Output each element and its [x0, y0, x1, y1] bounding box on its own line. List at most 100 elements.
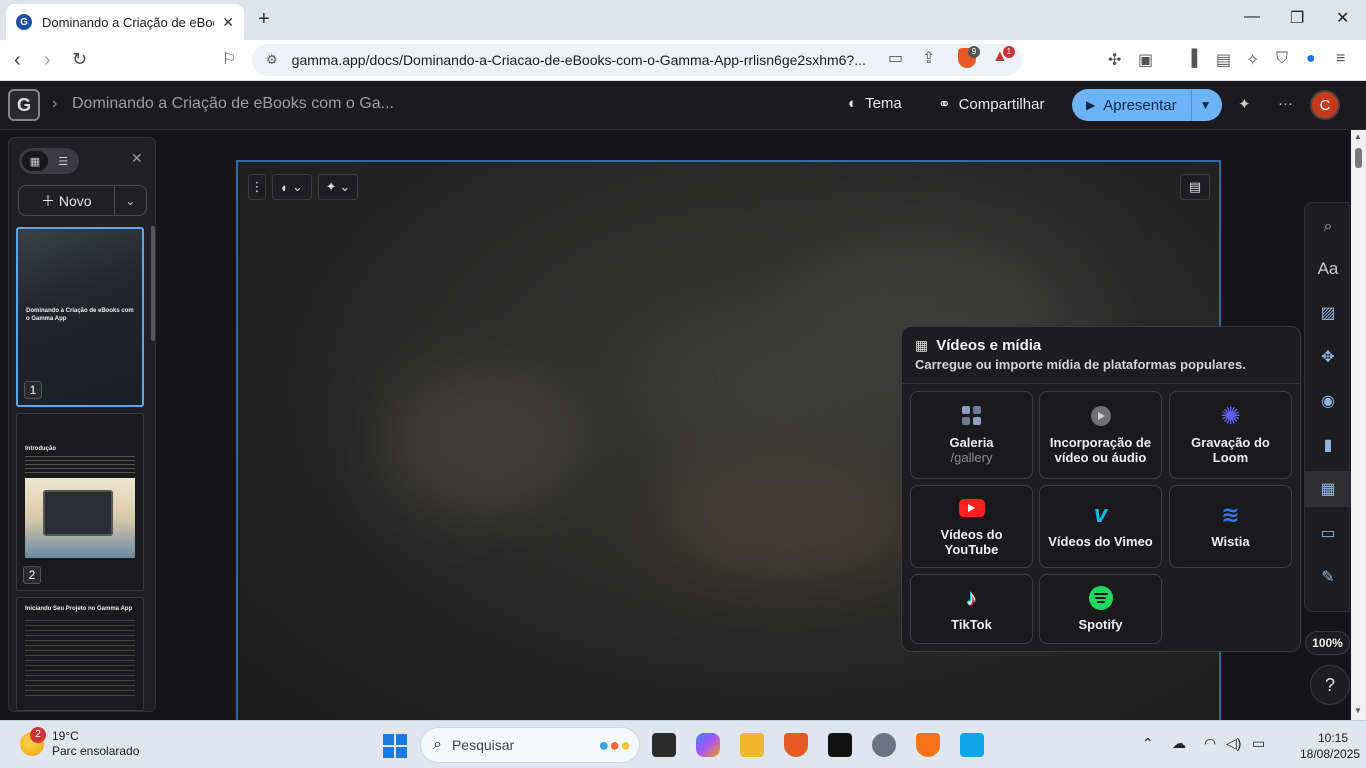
address-bar[interactable]: ⚙ gamma.app/docs/Dominando-a-Criacao-de-… [252, 44, 1022, 76]
browser-tab[interactable]: G Dominando a Criação de eBooks ✕ [6, 4, 244, 40]
profile-globe-icon[interactable]: ● [1306, 50, 1316, 68]
panel-scrollbar[interactable] [151, 226, 155, 341]
ai-edit-button[interactable]: ✦ ⌄ [318, 174, 358, 200]
forward-arrow-icon[interactable]: › [44, 49, 51, 72]
avatar[interactable]: C [1310, 90, 1340, 120]
settings-icon[interactable] [872, 733, 896, 757]
media-tile-vimeo[interactable]: v Vídeos do Vimeo [1039, 485, 1162, 568]
taskbar-search[interactable]: ⌕ Pesquisar ●●● [420, 727, 640, 763]
text-format-icon[interactable]: Aa [1305, 251, 1351, 287]
extensions-icon[interactable]: ✣ [1108, 50, 1121, 70]
page-scrollbar[interactable]: ▲ ▼ [1351, 130, 1366, 720]
media-tile-gallery[interactable]: Galeria /gallery [910, 391, 1033, 479]
brave-beta-icon[interactable] [916, 733, 940, 757]
chevron-down-icon[interactable]: ▼ [1200, 98, 1212, 112]
copilot-icon[interactable] [696, 733, 720, 757]
media-tile-youtube[interactable]: Vídeos do YouTube [910, 485, 1033, 568]
share-button[interactable]: ⚭ Compartilhar [938, 95, 1044, 114]
link-icon: ⚭ [938, 96, 951, 113]
card-view-icon[interactable]: ▦ [22, 151, 48, 171]
bookmark-icon[interactable]: ⚐ [222, 49, 236, 69]
slide-number: 1 [24, 381, 42, 399]
back-arrow-icon[interactable]: ‹ [14, 49, 21, 72]
sparkle-icon: ✦ [325, 179, 337, 194]
browser-toolbar: ‹ › ↻ ⚐ ⚙ gamma.app/docs/Dominando-a-Cri… [0, 40, 1366, 81]
notes-icon[interactable]: ▤ [1180, 174, 1210, 200]
taskbar: 2 19°C Parc ensolarado ⌕ Pesquisar ●●● ⌃… [0, 720, 1366, 768]
onedrive-cloud-icon[interactable]: ☁ [1172, 735, 1186, 752]
close-tab-icon[interactable]: ✕ [222, 14, 234, 31]
system-clock[interactable]: 10:15 18/08/2025 [1300, 730, 1361, 762]
more-options-icon[interactable]: ··· [1278, 95, 1293, 112]
task-view-icon[interactable] [652, 733, 676, 757]
breadcrumb-chevron-icon: › [52, 95, 58, 112]
media-panel-title: Vídeos e mídia [936, 337, 1042, 354]
card-style-button[interactable]: ◐ ⌄ [272, 174, 312, 200]
edit-form-icon[interactable]: ✎ [1305, 559, 1351, 595]
gallery-icon [962, 406, 981, 425]
slides-panel: ▦ ☰ ✕ ＋ Novo ⌄ Dominando a Criação de eB… [8, 137, 156, 712]
media-tile-loom[interactable]: ✺ Gravação do Loom [1169, 391, 1292, 479]
slide-thumbnail[interactable]: Dominando a Criação de eBooks com o Gamm… [16, 227, 144, 407]
tab-search-icon[interactable]: ▣ [1138, 50, 1153, 70]
doc-title[interactable]: Dominando a Criação de eBooks com o Ga..… [72, 95, 394, 113]
theme-button[interactable]: ◐ Tema [848, 95, 902, 112]
image-icon[interactable]: ▨ [1305, 295, 1351, 331]
weather-widget[interactable]: 2 19°C Parc ensolarado [20, 727, 139, 759]
share-page-icon[interactable]: ⇪ [922, 48, 935, 68]
capcut-icon[interactable] [828, 733, 852, 757]
battery-icon[interactable]: ▭ [1252, 735, 1265, 752]
cast-icon[interactable]: ▭ [888, 48, 903, 68]
wifi-icon[interactable]: ◠ [1204, 735, 1216, 752]
minimize-icon[interactable]: — [1244, 8, 1260, 26]
new-card-button[interactable]: ＋ Novo ⌄ [18, 185, 147, 216]
sidebar-icon[interactable]: ▐ [1186, 50, 1197, 68]
volume-icon[interactable]: ◁) [1226, 735, 1241, 752]
brave-browser-icon[interactable] [784, 733, 808, 757]
file-explorer-icon[interactable] [740, 733, 764, 757]
tray-chevron-up-icon[interactable]: ⌃ [1142, 735, 1154, 752]
help-button[interactable]: ? [1310, 665, 1350, 705]
video-media-icon[interactable]: ▦ [1305, 471, 1351, 507]
media-tile-embed[interactable]: Incorporação de vídeo ou áudio [1039, 391, 1162, 479]
embed-icon[interactable]: ◉ [1305, 383, 1351, 419]
vpn-shield-icon[interactable]: ⛉ [1276, 50, 1288, 68]
blocks-icon[interactable]: ✥ [1305, 339, 1351, 375]
chevron-down-icon: ⌄ [339, 179, 351, 194]
slide-text-lines [25, 456, 135, 474]
ai-sparkle-icon[interactable]: ✦ [1238, 95, 1251, 113]
list-view-icon[interactable]: ☰ [50, 151, 76, 171]
site-info-icon[interactable]: ⚙ [266, 52, 278, 68]
tile-label: Vídeos do Vimeo [1048, 534, 1153, 549]
tile-sublabel: /gallery [950, 449, 993, 465]
clock-date: 18/08/2025 [1300, 747, 1361, 761]
scroll-down-icon[interactable]: ▼ [1354, 706, 1362, 715]
new-tab-button[interactable]: + [258, 8, 270, 31]
tile-label: Wistia [1211, 534, 1250, 549]
layout-icon[interactable]: ▭ [1305, 515, 1351, 551]
zoom-level[interactable]: 100% [1305, 631, 1350, 655]
wallet-icon[interactable]: ▤ [1216, 50, 1231, 70]
reload-icon[interactable]: ↻ [72, 49, 87, 70]
notepad-icon[interactable] [960, 733, 984, 757]
search-icon[interactable]: ⌕ [1305, 209, 1351, 245]
media-tile-spotify[interactable]: Spotify [1039, 574, 1162, 644]
present-button[interactable]: ▶ Apresentar ▼ [1072, 89, 1222, 121]
media-panel: ▦ Vídeos e mídia Carregue ou importe míd… [901, 326, 1301, 652]
close-window-icon[interactable]: ✕ [1336, 8, 1349, 28]
maximize-icon[interactable]: ❐ [1290, 8, 1304, 28]
media-tile-tiktok[interactable]: ♪ TikTok [910, 574, 1033, 644]
chevron-down-icon[interactable]: ⌄ [115, 194, 147, 208]
slide-thumbnail[interactable]: Introdução 2 [16, 413, 144, 591]
leo-ai-icon[interactable]: ✧ [1246, 50, 1259, 70]
chart-icon[interactable]: ▮ [1305, 427, 1351, 463]
gamma-logo-icon[interactable]: G [8, 89, 40, 121]
card-menu-icon[interactable]: ⋮ [248, 174, 266, 200]
media-tile-wistia[interactable]: ≋ Wistia [1169, 485, 1292, 568]
browser-menu-icon[interactable]: ≡ [1336, 50, 1345, 68]
scroll-up-icon[interactable]: ▲ [1354, 132, 1362, 141]
windows-start-icon[interactable] [383, 734, 407, 758]
slide-thumbnail[interactable]: Iniciando Seu Projeto no Gamma App [16, 597, 144, 711]
scroll-thumb[interactable] [1355, 148, 1362, 168]
close-panel-icon[interactable]: ✕ [131, 150, 143, 167]
